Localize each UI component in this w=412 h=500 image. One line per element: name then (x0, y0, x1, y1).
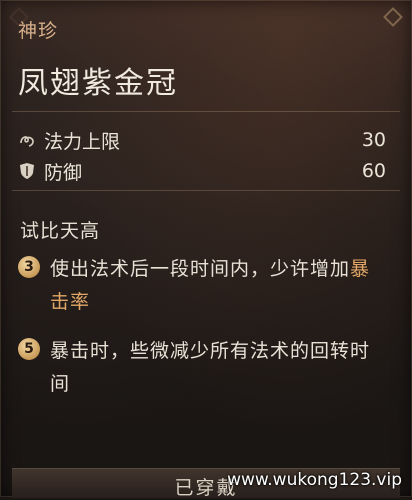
stat-label: 法力上限 (44, 130, 121, 153)
stat-value: 30 (361, 129, 386, 151)
effect-description: 使出法术后一段时间内，少许增加暴击率 (50, 253, 388, 319)
corner-ornament (383, 7, 403, 27)
mana-icon (16, 129, 38, 151)
item-category: 神珍 (18, 20, 59, 42)
stat-row-mana: 法力上限 30 (16, 126, 386, 154)
item-tooltip-panel: 神珍 凤翅紫金冠 法力上限 30 防御 60 试比天高 3 使出法术后一段时间内… (0, 0, 412, 499)
effect-text: 使出法术后一段时间内，少许增加 (50, 258, 351, 280)
shield-icon (16, 160, 38, 182)
stat-label: 防御 (44, 161, 83, 184)
stat-value: 60 (361, 160, 386, 182)
item-name: 凤翅紫金冠 (18, 66, 178, 101)
divider (12, 190, 400, 191)
piece-count-badge: 5 (18, 338, 40, 360)
set-bonus-name: 试比天高 (20, 220, 101, 242)
divider (12, 111, 400, 112)
stat-row-defense: 防御 60 (16, 157, 386, 185)
piece-count-badge: 3 (18, 256, 40, 278)
effect-text: 暴击时，些微减少所有法术的回转时间 (50, 340, 371, 395)
effect-description: 暴击时，些微减少所有法术的回转时间 (50, 335, 388, 401)
watermark: www.wukong123.vip (227, 470, 402, 490)
